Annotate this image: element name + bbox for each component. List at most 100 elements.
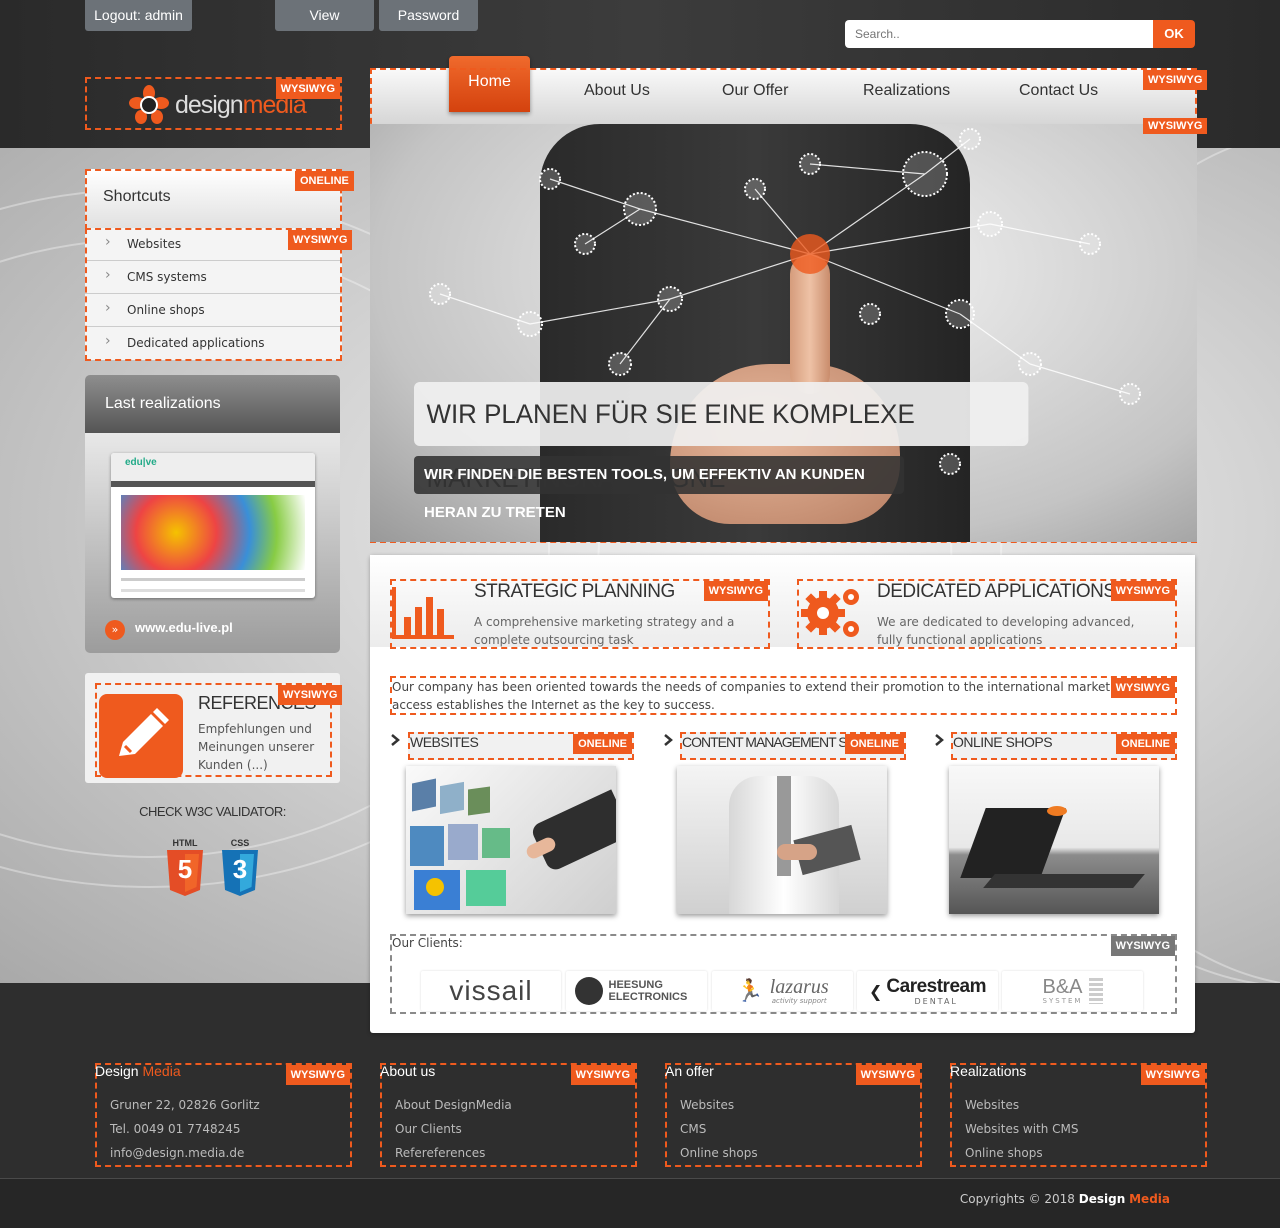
footer-link[interactable]: Websites (965, 1098, 1019, 1112)
logo-flower-icon (129, 85, 169, 124)
validator-title: CHECK W3C VALIDATOR: (139, 804, 286, 819)
client-name: Carestream (886, 975, 986, 997)
service-cms-title-box[interactable]: CONTENT MANAGEMENT SYSTEMS ONELINE (680, 732, 906, 760)
oneline-tag[interactable]: ONELINE (845, 734, 904, 754)
chevron-right-icon (663, 733, 675, 750)
feature-title: STRATEGIC PLANNING (474, 581, 675, 602)
footer-link[interactable]: About DesignMedia (395, 1098, 512, 1112)
footer-link[interactable]: Websites with CMS (965, 1122, 1079, 1136)
feature-strategic-planning[interactable]: STRATEGIC PLANNING A comprehensive marke… (390, 579, 770, 649)
client-name: B&A (1042, 976, 1083, 998)
wysiwyg-tag[interactable]: WYSIWYG (1140, 1065, 1205, 1085)
client-logo-lazarus[interactable]: 🏃 lazarus activity support (712, 971, 853, 1011)
last-realizations-panel: edu|ve » www.edu-live.pl (85, 433, 340, 653)
oneline-tag[interactable]: ONELINE (1116, 734, 1175, 754)
client-logo-vissail[interactable]: vissail (421, 971, 561, 1011)
wysiwyg-tag[interactable]: WYSIWYG (278, 685, 343, 705)
footer-email[interactable]: info@design.media.de (110, 1146, 244, 1160)
oneline-tag[interactable]: ONELINE (295, 171, 354, 191)
wysiwyg-tag[interactable]: WYSIWYG (570, 1065, 635, 1085)
thumb-photo (121, 495, 305, 570)
feature-text: We are dedicated to developing advanced,… (877, 615, 1135, 647)
wysiwyg-tag[interactable]: WYSIWYG (855, 1065, 920, 1085)
logo[interactable]: designmedia WYSIWYG (85, 77, 342, 130)
footer-address: Gruner 22, 02826 Gorlitz (110, 1098, 260, 1112)
password-button[interactable]: Password (379, 0, 478, 31)
service-shops-image[interactable] (949, 766, 1159, 914)
runner-icon: 🏃 (736, 978, 764, 1004)
service-shops-title-box[interactable]: ONLINE SHOPS ONELINE (951, 732, 1177, 760)
footer-title: An offer (665, 1063, 714, 1079)
realization-link[interactable]: www.edu-live.pl (135, 620, 233, 635)
chevron-right-icon (390, 733, 402, 750)
thumb-logo: edu|ve (111, 453, 315, 481)
client-subtitle: activity support (771, 997, 827, 1005)
footer-link[interactable]: Our Clients (395, 1122, 462, 1136)
client-subtitle: DENTAL (914, 996, 958, 1006)
logout-button[interactable]: Logout: admin (85, 0, 192, 31)
css3-badge[interactable]: CSS 3 (220, 838, 260, 896)
html5-badge[interactable]: HTML 5 (165, 838, 205, 896)
references-text: Empfehlungen und Meinungen unserer Kunde… (198, 722, 315, 772)
intro-text: Our company has been oriented towards th… (392, 680, 1177, 712)
wysiwyg-tag[interactable]: WYSIWYG (285, 1065, 350, 1085)
client-logo-carestream[interactable]: ❮ Carestream DENTAL (857, 971, 998, 1011)
client-name: vissail (449, 975, 533, 1006)
css3-label: CSS (230, 838, 250, 848)
client-name: HEESUNG ELECTRONICS (608, 979, 688, 1003)
hero-subtitle: WIR FINDEN DIE BESTEN TOOLS, UM EFFEKTIV… (414, 456, 904, 521)
footer-title: About us (380, 1063, 436, 1079)
hero-banner: WIR PLANEN FÜR SIE EINE KOMPLEXE MARKETI… (370, 124, 1197, 542)
footer-link[interactable]: CMS (680, 1122, 706, 1136)
footer-col-realizations: Realizations Websites Websites with CMS … (950, 1063, 1207, 1167)
hero-title: WIR PLANEN FÜR SIE EINE KOMPLEXE MARKETI… (414, 382, 1029, 493)
wysiwyg-tag[interactable]: WYSIWYG (1110, 936, 1175, 956)
footer-col-offer: An offer Websites CMS Online shops WYSIW… (665, 1063, 922, 1167)
footer-link[interactable]: Refereferences (395, 1146, 485, 1160)
feature-text: A comprehensive marketing strategy and a… (474, 615, 735, 647)
realization-thumbnail[interactable]: edu|ve (111, 453, 315, 598)
pencil-icon (99, 694, 183, 778)
search-input[interactable] (845, 20, 1155, 48)
css3-digit: 3 (232, 854, 248, 884)
wysiwyg-tag[interactable]: WYSIWYG (1143, 118, 1208, 134)
carestream-icon: ❮ (869, 981, 883, 1001)
footer-link[interactable]: Online shops (680, 1146, 758, 1160)
service-title: WEBSITES (410, 734, 479, 750)
wysiwyg-tag[interactable]: WYSIWYG (275, 79, 340, 99)
wysiwyg-tag[interactable]: WYSIWYG (1143, 70, 1208, 90)
wysiwyg-tag[interactable]: WYSIWYG (1110, 678, 1175, 698)
intro-text-box[interactable]: Our company has been oriented towards th… (390, 676, 1177, 715)
search-ok-button[interactable]: OK (1153, 20, 1195, 48)
references-box[interactable]: REFERENCES Empfehlungen und Meinungen un… (85, 673, 343, 783)
footer-phone: Tel. 0049 01 7748245 (110, 1122, 241, 1136)
service-websites-title-box[interactable]: WEBSITES ONELINE (408, 732, 634, 760)
clients-label: Our Clients: (392, 936, 463, 950)
footer-link[interactable]: Websites (680, 1098, 734, 1112)
footer-title: Realizations (950, 1063, 1027, 1079)
client-name: lazarus (769, 976, 829, 998)
wysiwyg-tag[interactable]: WYSIWYG (1110, 581, 1175, 601)
footer-col-contact: Design Media Gruner 22, 02826 Gorlitz Te… (95, 1063, 352, 1167)
feature-title: DEDICATED APPLICATIONS (877, 581, 1116, 602)
wysiwyg-tag[interactable]: WYSIWYG (703, 581, 768, 601)
footer-link[interactable]: Online shops (965, 1146, 1043, 1160)
client-logo-ba[interactable]: B&A SYSTEM (1002, 971, 1143, 1011)
client-subtitle: SYSTEM (1042, 997, 1083, 1005)
oneline-tag[interactable]: ONELINE (573, 734, 632, 754)
bar-chart-icon (392, 587, 454, 639)
gears-icon (801, 589, 859, 637)
feature-dedicated-applications[interactable]: DEDICATED APPLICATIONS We are dedicated … (797, 579, 1177, 649)
wysiwyg-tag[interactable]: WYSIWYG (288, 230, 353, 250)
html5-label: HTML (172, 838, 198, 848)
arrow-right-icon: » (105, 620, 125, 640)
client-logo-heesung[interactable]: HEESUNG ELECTRONICS (566, 971, 707, 1011)
service-title: ONLINE SHOPS (953, 734, 1053, 750)
service-websites-image[interactable] (406, 766, 616, 914)
service-cms-image[interactable] (677, 766, 887, 914)
heesung-icon (574, 977, 603, 1005)
footer-title: Design Media (95, 1063, 181, 1079)
ba-grid-icon (1088, 978, 1103, 1004)
view-button[interactable]: View (275, 0, 374, 31)
copyright: Copyrights © 2018 Design Media (959, 1192, 1170, 1206)
